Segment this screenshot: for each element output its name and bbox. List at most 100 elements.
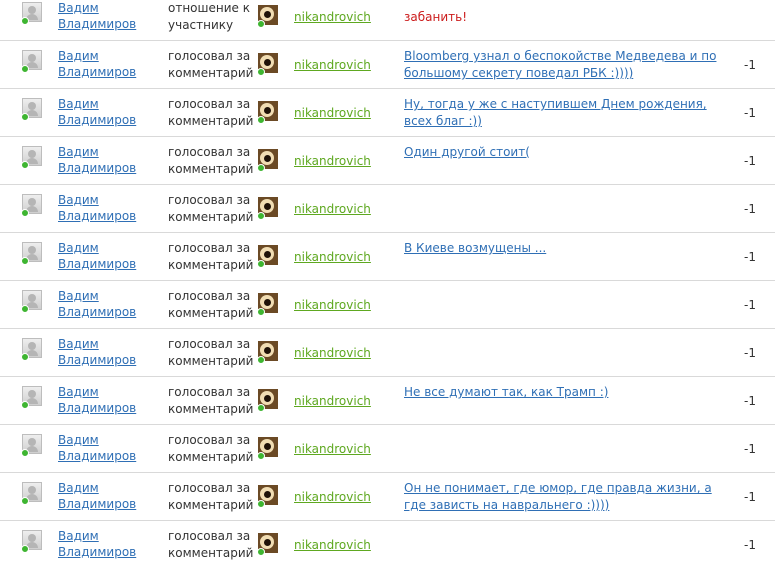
action-text: голосовал за комментарий [168, 193, 254, 224]
action-text: голосовал за комментарий [168, 289, 254, 320]
online-indicator-icon [21, 305, 29, 313]
comment-link[interactable]: Один другой стоит( [404, 144, 734, 161]
online-indicator-icon [21, 161, 29, 169]
actor-user-link[interactable]: Вадим Владимиров [58, 144, 158, 176]
action-text: голосовал за комментарий [168, 529, 254, 560]
comment-link[interactable]: В Киеве возмущены ... [404, 240, 734, 257]
user-avatar-icon[interactable] [21, 530, 42, 553]
user-avatar-icon[interactable] [21, 2, 42, 25]
actor-user-link[interactable]: Вадим Владимиров [58, 288, 158, 320]
actor-user-link[interactable]: Вадим Владимиров [58, 528, 158, 560]
vote-score: -1 [744, 346, 756, 360]
activity-row: Вадим Владимиров отношение к участнику nik… [0, 0, 775, 41]
user-avatar-icon[interactable] [21, 434, 42, 457]
user-avatar-icon[interactable] [21, 242, 42, 265]
action-text: голосовал за комментарий [168, 49, 254, 80]
online-indicator-icon [21, 17, 29, 25]
vote-score: -1 [744, 298, 756, 312]
target-user-link[interactable]: nikandrovich [294, 537, 371, 553]
target-user-link[interactable]: nikandrovich [294, 489, 371, 505]
target-user-link[interactable]: nikandrovich [294, 201, 371, 217]
vote-score: -1 [744, 106, 756, 120]
user-avatar-icon[interactable] [21, 98, 42, 121]
activity-row: Вадим Владимиров голосовал за комментарий… [0, 184, 775, 233]
user-avatar-icon[interactable] [21, 50, 42, 73]
target-user-link[interactable]: nikandrovich [294, 249, 371, 265]
online-indicator-icon [257, 548, 265, 556]
actor-user-link[interactable]: Вадим Владимиров [58, 96, 158, 128]
online-indicator-icon [257, 356, 265, 364]
online-indicator-icon [21, 401, 29, 409]
target-user-avatar[interactable] [257, 53, 278, 76]
actor-user-link[interactable]: Вадим Владимиров [58, 192, 158, 224]
online-indicator-icon [257, 20, 265, 28]
target-user-avatar[interactable] [257, 389, 278, 412]
user-avatar-icon[interactable] [21, 338, 42, 361]
user-avatar-icon[interactable] [21, 290, 42, 313]
online-indicator-icon [257, 212, 265, 220]
target-user-link[interactable]: nikandrovich [294, 105, 371, 121]
actor-user-link[interactable]: Вадим Владимиров [58, 48, 158, 80]
relation-text: забанить! [404, 10, 468, 24]
target-user-link[interactable]: nikandrovich [294, 9, 371, 25]
action-text: голосовал за комментарий [168, 481, 254, 512]
vote-score: -1 [744, 394, 756, 408]
activity-row: Вадим Владимиров голосовал за комментарий… [0, 424, 775, 473]
action-text: голосовал за комментарий [168, 385, 254, 416]
target-user-avatar[interactable] [257, 197, 278, 220]
action-text: голосовал за комментарий [168, 241, 254, 272]
target-user-avatar[interactable] [257, 437, 278, 460]
target-user-avatar[interactable] [257, 341, 278, 364]
activity-row: Вадим Владимиров голосовал за комментарий… [0, 376, 775, 425]
vote-score: -1 [744, 442, 756, 456]
actor-user-link[interactable]: Вадим Владимиров [58, 0, 158, 32]
user-avatar-icon[interactable] [21, 482, 42, 505]
activity-row: Вадим Владимиров голосовал за комментарий… [0, 472, 775, 521]
comment-link[interactable]: Не все думают так, как Трамп :) [404, 384, 734, 401]
activity-row: Вадим Владимиров голосовал за комментарий… [0, 280, 775, 329]
action-text: отношение к участнику [168, 1, 250, 32]
vote-score: -1 [744, 154, 756, 168]
activity-row: Вадим Владимиров голосовал за комментарий… [0, 328, 775, 377]
target-user-avatar[interactable] [257, 485, 278, 508]
target-user-link[interactable]: nikandrovich [294, 441, 371, 457]
user-avatar-icon[interactable] [21, 194, 42, 217]
comment-link[interactable]: Ну, тогда у же с наступившем Днем рожден… [404, 96, 734, 130]
target-user-avatar[interactable] [257, 533, 278, 556]
target-user-avatar[interactable] [257, 101, 278, 124]
online-indicator-icon [257, 116, 265, 124]
online-indicator-icon [21, 353, 29, 361]
target-user-link[interactable]: nikandrovich [294, 393, 371, 409]
target-user-avatar[interactable] [257, 245, 278, 268]
user-avatar-icon[interactable] [21, 386, 42, 409]
user-avatar-icon[interactable] [21, 146, 42, 169]
vote-score: -1 [744, 58, 756, 72]
actor-user-link[interactable]: Вадим Владимиров [58, 336, 158, 368]
target-user-avatar[interactable] [257, 149, 278, 172]
online-indicator-icon [257, 260, 265, 268]
actor-user-link[interactable]: Вадим Владимиров [58, 480, 158, 512]
actor-user-link[interactable]: Вадим Владимиров [58, 432, 158, 464]
vote-score: -1 [744, 490, 756, 504]
target-user-link[interactable]: nikandrovich [294, 153, 371, 169]
target-user-link[interactable]: nikandrovich [294, 297, 371, 313]
action-text: голосовал за комментарий [168, 145, 254, 176]
comment-link[interactable]: Он не понимает, где юмор, где правда жиз… [404, 480, 734, 514]
online-indicator-icon [21, 65, 29, 73]
target-user-avatar[interactable] [257, 293, 278, 316]
online-indicator-icon [21, 449, 29, 457]
activity-row: Вадим Владимиров голосовал за комментарий… [0, 40, 775, 89]
online-indicator-icon [257, 500, 265, 508]
action-text: голосовал за комментарий [168, 337, 254, 368]
target-user-link[interactable]: nikandrovich [294, 57, 371, 73]
online-indicator-icon [257, 164, 265, 172]
activity-row: Вадим Владимиров голосовал за комментарий… [0, 520, 775, 568]
online-indicator-icon [21, 545, 29, 553]
action-text: голосовал за комментарий [168, 97, 254, 128]
target-user-avatar[interactable] [257, 5, 278, 28]
actor-user-link[interactable]: Вадим Владимиров [58, 240, 158, 272]
actor-user-link[interactable]: Вадим Владимиров [58, 384, 158, 416]
vote-score: -1 [744, 202, 756, 216]
target-user-link[interactable]: nikandrovich [294, 345, 371, 361]
comment-link[interactable]: Bloomberg узнал о беспокойстве Медведева… [404, 48, 734, 82]
